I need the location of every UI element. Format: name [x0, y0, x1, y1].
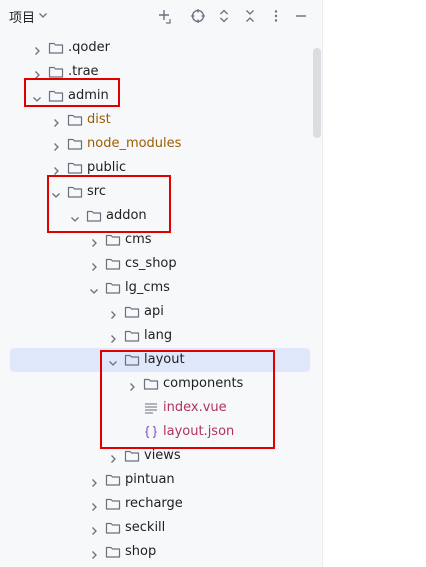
- folder-icon: [67, 160, 83, 176]
- tree-item-label: cs_shop: [125, 256, 177, 271]
- tree-row-dist[interactable]: dist: [0, 108, 322, 132]
- folder-icon: [67, 184, 83, 200]
- tree-item-label: dist: [87, 112, 111, 127]
- tree-row-cms[interactable]: cms: [0, 228, 322, 252]
- collapse-all-icon[interactable]: [241, 7, 259, 25]
- tree-row-cs-shop[interactable]: cs_shop: [0, 252, 322, 276]
- folder-icon: [124, 448, 140, 464]
- folder-icon: [105, 280, 121, 296]
- tree-row-api[interactable]: api: [0, 300, 322, 324]
- tree-item-label: admin: [68, 88, 109, 103]
- folder-icon: [67, 112, 83, 128]
- tree-item-label: public: [87, 160, 127, 175]
- folder-icon: [124, 304, 140, 320]
- chevron-right-icon[interactable]: [88, 234, 100, 247]
- new-item-icon[interactable]: [156, 7, 174, 25]
- tree-row-views[interactable]: views: [0, 444, 322, 468]
- folder-icon: [105, 544, 121, 560]
- tree-item-label: shop: [125, 544, 157, 559]
- tree-row-index-vue[interactable]: index.vue: [0, 396, 322, 420]
- chevron-right-icon[interactable]: [50, 162, 62, 175]
- tree-item-label: layout.json: [163, 424, 235, 439]
- tree-item-label: recharge: [125, 496, 183, 511]
- folder-icon: [105, 232, 121, 248]
- tree-row-src[interactable]: src: [0, 180, 322, 204]
- tree-row-layout[interactable]: layout: [0, 348, 322, 372]
- tree-item-label: views: [144, 448, 181, 463]
- tree-item-label: src: [87, 184, 106, 199]
- tree-row-components[interactable]: components: [0, 372, 322, 396]
- tree-row-addon[interactable]: addon: [0, 204, 322, 228]
- project-tool-window: 项目 .qoder .trae admin dist node_modules …: [0, 0, 323, 567]
- project-header: 项目: [0, 0, 322, 32]
- tree-item-label: seckill: [125, 520, 166, 535]
- tree-item-label: node_modules: [87, 136, 182, 151]
- chevron-right-icon[interactable]: [88, 522, 100, 535]
- chevron-right-icon[interactable]: [50, 114, 62, 127]
- tree-item-label: api: [144, 304, 164, 319]
- tree-item-label: components: [163, 376, 244, 391]
- chevron-right-icon[interactable]: [107, 450, 119, 463]
- folder-icon: [105, 256, 121, 272]
- chevron-down-icon[interactable]: [88, 282, 100, 294]
- chevron-down-icon[interactable]: [50, 186, 62, 198]
- tree-item-label: layout: [144, 352, 185, 367]
- tree-row-shop[interactable]: shop: [0, 540, 322, 564]
- tree-row-recharge[interactable]: recharge: [0, 492, 322, 516]
- folder-icon: [105, 496, 121, 512]
- chevron-down-icon[interactable]: [31, 90, 43, 102]
- chevron-right-icon[interactable]: [126, 378, 138, 391]
- chevron-right-icon[interactable]: [88, 258, 100, 271]
- chevron-right-icon[interactable]: [88, 474, 100, 487]
- vertical-scrollbar[interactable]: [313, 48, 321, 138]
- folder-icon: [48, 64, 64, 80]
- chevron-right-icon[interactable]: [88, 546, 100, 559]
- tree-item-label: .trae: [68, 64, 99, 79]
- tree-item-label: lang: [144, 328, 173, 343]
- folder-icon: [105, 472, 121, 488]
- folder-icon: [143, 376, 159, 392]
- folder-icon: [124, 328, 140, 344]
- tree-item-label: index.vue: [163, 400, 227, 415]
- chevron-down-icon[interactable]: [107, 354, 119, 366]
- chevron-down-icon[interactable]: [37, 9, 49, 21]
- text-file-icon: [143, 400, 159, 416]
- tree-row-node-modules[interactable]: node_modules: [0, 132, 322, 156]
- chevron-right-icon[interactable]: [50, 138, 62, 151]
- tree-row-lg-cms[interactable]: lg_cms: [0, 276, 322, 300]
- tree-item-label: cms: [125, 232, 152, 247]
- folder-icon: [86, 208, 102, 224]
- folder-icon: [48, 88, 64, 104]
- chevron-right-icon[interactable]: [88, 498, 100, 511]
- chevron-down-icon[interactable]: [69, 210, 81, 222]
- tree-row-trae[interactable]: .trae: [0, 60, 322, 84]
- chevron-right-icon[interactable]: [107, 306, 119, 319]
- chevron-right-icon[interactable]: [31, 42, 43, 55]
- json-file-icon: [143, 424, 159, 440]
- folder-icon: [48, 40, 64, 56]
- folder-icon: [67, 136, 83, 152]
- chevron-right-icon[interactable]: [31, 66, 43, 79]
- folder-icon: [124, 352, 140, 368]
- tree-row-layout-json[interactable]: layout.json: [0, 420, 322, 444]
- tree-item-label: addon: [106, 208, 147, 223]
- project-title[interactable]: 项目: [9, 7, 35, 26]
- tree-item-label: lg_cms: [125, 280, 170, 295]
- tree-row-admin[interactable]: admin: [0, 84, 322, 108]
- tree-item-label: pintuan: [125, 472, 175, 487]
- tree-row-pintuan[interactable]: pintuan: [0, 468, 322, 492]
- chevron-right-icon[interactable]: [107, 330, 119, 343]
- tree-row-qoder[interactable]: .qoder: [0, 36, 322, 60]
- tree-row-public[interactable]: public: [0, 156, 322, 180]
- more-icon[interactable]: [267, 7, 285, 25]
- tree-row-seckill[interactable]: seckill: [0, 516, 322, 540]
- editor-area: [323, 0, 426, 567]
- tree-item-label: .qoder: [68, 40, 110, 55]
- expand-all-icon[interactable]: [215, 7, 233, 25]
- minimize-icon[interactable]: [292, 7, 310, 25]
- tree-row-lang[interactable]: lang: [0, 324, 322, 348]
- folder-icon: [105, 520, 121, 536]
- locate-icon[interactable]: [189, 7, 207, 25]
